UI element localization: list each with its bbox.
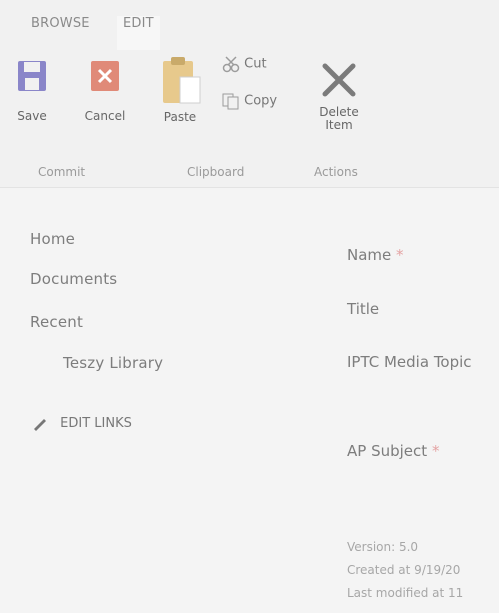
created-text: Created at 9/19/20 [347, 563, 461, 577]
field-title-label: Title [347, 300, 380, 318]
tab-browse[interactable]: BROWSE [31, 16, 90, 31]
cancel-button[interactable]: Cancel [79, 60, 131, 123]
field-name-label: Name * [347, 246, 404, 264]
copy-icon [222, 93, 239, 110]
delete-label-line2: Item [325, 118, 353, 132]
tab-edit[interactable]: EDIT [117, 16, 160, 50]
copy-label: Copy [244, 93, 278, 109]
pencil-icon [34, 418, 46, 431]
save-button[interactable]: Save [15, 60, 49, 123]
cut-label: Cut [244, 56, 267, 72]
group-label-commit: Commit [38, 165, 86, 179]
edit-links-button[interactable]: EDIT LINKS [32, 416, 132, 431]
group-label-clipboard: Clipboard [187, 165, 245, 179]
group-label-actions: Actions [314, 165, 358, 179]
field-iptc-media-topic-label: IPTC Media Topic [347, 353, 472, 371]
paste-button[interactable]: Paste [156, 55, 204, 124]
scissors-icon [222, 56, 240, 73]
delete-item-button[interactable]: Delete Item [315, 60, 363, 132]
cut-button[interactable]: Cut [222, 55, 267, 73]
paste-label: Paste [163, 110, 197, 124]
cancel-icon [91, 61, 119, 91]
required-mark: * [396, 246, 404, 264]
edit-links-label: EDIT LINKS [60, 416, 132, 431]
nav-item-recent[interactable]: Recent [30, 313, 83, 331]
required-mark: * [431, 442, 440, 460]
ribbon: BROWSE EDIT Save Cancel Paste Cut Copy D… [0, 0, 499, 188]
delete-x-icon [322, 63, 356, 97]
field-ap-subject-label: AP Subject * [347, 442, 440, 460]
nav-item-documents[interactable]: Documents [30, 270, 117, 288]
modified-text: Last modified at 11 [347, 586, 464, 600]
nav-item-teszy-library[interactable]: Teszy Library [63, 354, 163, 372]
cancel-label: Cancel [84, 109, 126, 123]
copy-button[interactable]: Copy [222, 92, 277, 110]
version-text: Version: 5.0 [347, 540, 419, 554]
nav-item-home[interactable]: Home [30, 230, 75, 248]
paste-icon [163, 57, 201, 104]
save-icon [18, 61, 46, 91]
save-label: Save [17, 109, 47, 123]
